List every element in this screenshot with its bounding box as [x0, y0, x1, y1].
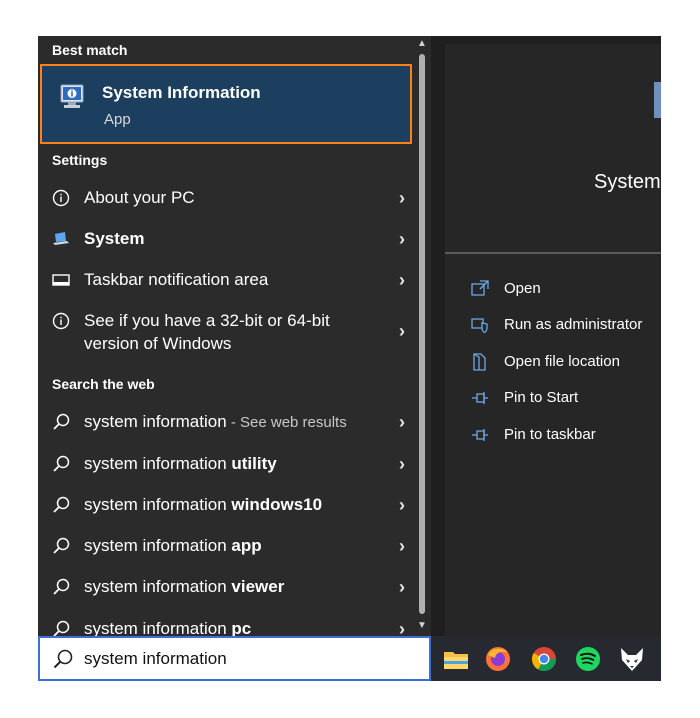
web-result-label: system information viewer	[84, 577, 284, 597]
pin-icon	[472, 392, 488, 404]
app-preview-icon	[654, 82, 661, 118]
spotify-icon[interactable]	[573, 644, 603, 674]
web-result-suggestion: viewer	[231, 577, 285, 596]
chrome-icon[interactable]	[529, 644, 559, 674]
settings-item-label-line2: version of Windows	[84, 334, 232, 353]
web-result-label: system information - See web results	[84, 412, 347, 432]
results-panel: Best match System Information App Settin…	[38, 36, 413, 639]
search-icon	[53, 578, 70, 595]
action-label: Pin to taskbar	[504, 426, 596, 443]
search-icon	[53, 649, 73, 669]
chevron-right-icon[interactable]: ›	[399, 495, 405, 516]
panel-divider	[431, 36, 445, 636]
section-best-match: Best match	[52, 42, 128, 58]
chevron-right-icon[interactable]: ›	[399, 454, 405, 475]
open-icon	[471, 280, 489, 296]
settings-item-label: About your PC	[84, 188, 195, 207]
pin-icon	[472, 429, 488, 441]
scroll-down-icon[interactable]: ▼	[416, 620, 428, 632]
action-label: Open	[504, 280, 541, 297]
section-search-web: Search the web	[52, 376, 155, 392]
settings-item-label: See if you have a 32-bit or 64-bit	[84, 311, 330, 330]
best-match-type: App	[104, 111, 131, 128]
search-icon	[53, 413, 70, 430]
firefox-icon[interactable]	[483, 644, 513, 674]
web-result-hint: - See web results	[226, 414, 347, 431]
best-match-name: System Information	[102, 83, 261, 102]
settings-item-label: System	[84, 229, 145, 248]
search-icon	[53, 496, 70, 513]
details-separator	[445, 252, 661, 254]
best-match-item[interactable]: System Information App	[40, 64, 412, 144]
web-result-suggestion: windows10	[231, 495, 323, 514]
web-result-query: system information	[84, 454, 232, 473]
file-explorer-icon[interactable]	[441, 644, 471, 674]
chevron-right-icon[interactable]: ›	[399, 321, 405, 342]
chevron-right-icon[interactable]: ›	[399, 229, 405, 250]
chevron-right-icon[interactable]: ›	[399, 270, 405, 291]
web-result-query: system information	[84, 577, 232, 596]
taskbar	[431, 636, 661, 681]
settings-item-label: Taskbar notification area	[84, 270, 269, 289]
web-result-suggestion: app	[231, 536, 262, 555]
laptop-icon	[53, 232, 69, 245]
scroll-up-icon[interactable]: ▲	[416, 38, 428, 50]
web-result-query: system information	[84, 495, 232, 514]
web-result-label: system information windows10	[84, 495, 322, 515]
action-label: Open file location	[504, 353, 620, 370]
web-result-label: system information app	[84, 536, 262, 556]
details-panel: System Open Run as administrator Open fi…	[445, 44, 661, 636]
shield-icon	[471, 318, 488, 334]
search-icon	[53, 455, 70, 472]
info-icon	[52, 189, 70, 207]
start-search-window: Best match System Information App Settin…	[38, 36, 661, 681]
chevron-right-icon[interactable]: ›	[399, 188, 405, 209]
settings-item-32-64-bit[interactable]: See if you have a 32-bit or 64-bit versi…	[38, 311, 413, 359]
web-result-suggestion: utility	[231, 454, 277, 473]
web-result-query: system information	[84, 536, 232, 555]
web-result-label: system information utility	[84, 454, 277, 474]
search-box[interactable]	[38, 636, 431, 681]
web-result-query: system information	[84, 412, 227, 431]
search-icon	[53, 537, 70, 554]
chevron-right-icon[interactable]: ›	[399, 412, 405, 433]
chevron-right-icon[interactable]: ›	[399, 536, 405, 557]
fox-app-icon[interactable]	[617, 644, 647, 674]
search-input[interactable]	[84, 646, 414, 672]
info-icon	[52, 312, 70, 330]
chevron-right-icon[interactable]: ›	[399, 577, 405, 598]
taskbar-icon	[52, 274, 70, 286]
section-settings: Settings	[52, 152, 108, 168]
details-title: System	[594, 171, 661, 193]
results-scrollbar[interactable]: ▲ ▼	[413, 36, 431, 636]
file-location-icon	[473, 353, 486, 371]
action-label: Run as administrator	[504, 316, 643, 333]
action-label: Pin to Start	[504, 389, 579, 406]
scrollbar-thumb[interactable]	[419, 54, 425, 614]
system-information-icon	[60, 84, 84, 108]
